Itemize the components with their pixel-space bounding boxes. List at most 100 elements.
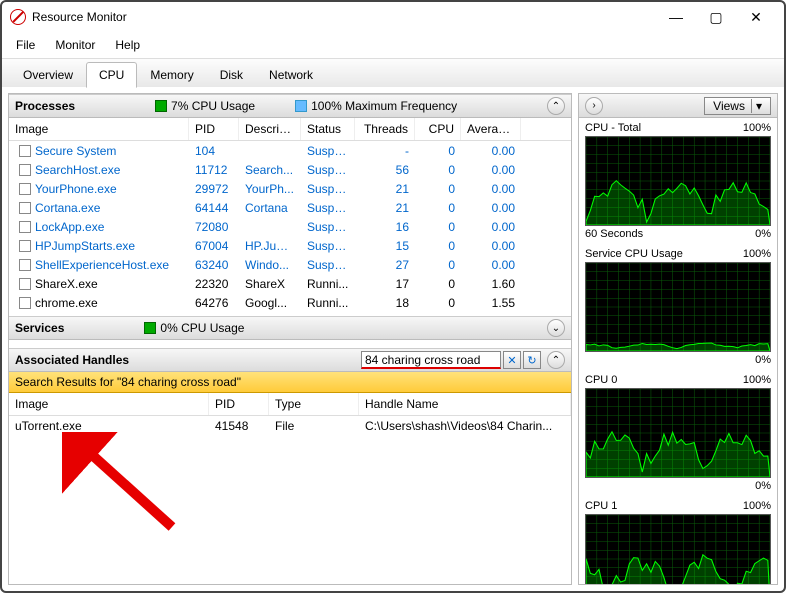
process-pid: 22320 (189, 277, 239, 291)
process-image: ShareX.exe (35, 277, 98, 291)
row-checkbox[interactable] (19, 297, 31, 309)
row-checkbox[interactable] (19, 202, 31, 214)
right-pane: › Views▾ CPU - Total100%60 Seconds0% Serv… (578, 93, 778, 585)
row-checkbox[interactable] (19, 278, 31, 290)
col-pid[interactable]: PID (189, 118, 239, 140)
handles-table[interactable]: uTorrent.exe41548FileC:\Users\shash\Vide… (9, 416, 571, 584)
views-button[interactable]: Views▾ (704, 97, 771, 115)
process-image: LockApp.exe (35, 220, 104, 234)
clear-search-icon[interactable]: ✕ (503, 351, 521, 369)
hcol-type[interactable]: Type (269, 393, 359, 415)
process-cpu: 0 (415, 220, 461, 234)
process-row[interactable]: SearchHost.exe11712Search...Suspe...5600… (9, 160, 571, 179)
row-checkbox[interactable] (19, 221, 31, 233)
processes-table[interactable]: Secure System104Suspe...-00.00SearchHost… (9, 141, 571, 316)
hcol-image[interactable]: Image (9, 393, 209, 415)
col-status[interactable]: Status (301, 118, 355, 140)
col-cpu[interactable]: CPU (415, 118, 461, 140)
close-button[interactable]: ✕ (736, 3, 776, 31)
tab-network[interactable]: Network (256, 62, 326, 87)
collapse-right-icon[interactable]: › (585, 97, 603, 115)
col-image[interactable]: Image (9, 118, 189, 140)
process-threads: 18 (355, 296, 415, 310)
process-desc: Windo... (239, 258, 301, 272)
process-row[interactable]: ShareX.exe22320ShareXRunni...1701.60 (9, 274, 571, 293)
process-desc: Cortana (239, 201, 301, 215)
graph-block: CPU - Total100%60 Seconds0% (579, 118, 777, 244)
cpu-usage-swatch (155, 100, 167, 112)
process-row[interactable]: Cortana.exe64144CortanaSuspe...2100.00 (9, 198, 571, 217)
tab-disk[interactable]: Disk (207, 62, 256, 87)
graph-max: 100% (743, 122, 771, 134)
max-freq-text: 100% Maximum Frequency (311, 99, 457, 113)
hcol-name[interactable]: Handle Name (359, 393, 571, 415)
process-row[interactable]: YourPhone.exe29972YourPh...Suspe...2100.… (9, 179, 571, 198)
process-cpu: 0 (415, 239, 461, 253)
process-row[interactable]: ShellExperienceHost.exe63240Windo...Susp… (9, 255, 571, 274)
process-image: SearchHost.exe (35, 163, 120, 177)
tab-cpu[interactable]: CPU (86, 62, 137, 88)
handles-title: Associated Handles (15, 353, 129, 367)
maximize-button[interactable]: ▢ (696, 3, 736, 31)
minimize-button[interactable]: — (656, 3, 696, 31)
handle-image: uTorrent.exe (9, 419, 209, 433)
process-image: chrome.exe (35, 296, 98, 310)
process-row[interactable]: LockApp.exe72080Suspe...1600.00 (9, 217, 571, 236)
graph-block: CPU 1100% (579, 496, 777, 584)
col-desc[interactable]: Descrip... (239, 118, 301, 140)
tab-memory[interactable]: Memory (137, 62, 206, 87)
row-checkbox[interactable] (19, 183, 31, 195)
process-row[interactable]: chrome.exe64276Googl...Runni...1801.55 (9, 293, 571, 312)
row-checkbox[interactable] (19, 259, 31, 271)
processes-title: Processes (15, 99, 75, 113)
col-avg[interactable]: Averag... (461, 118, 521, 140)
refresh-search-icon[interactable]: ↻ (523, 351, 541, 369)
graphs-container[interactable]: CPU - Total100%60 Seconds0% Service CPU U… (579, 118, 777, 584)
process-desc: ShareX (239, 277, 301, 291)
process-desc: Googl... (239, 296, 301, 310)
graph-bottom-right: 0% (755, 480, 771, 492)
hcol-pid[interactable]: PID (209, 393, 269, 415)
collapse-handles-icon[interactable]: ⌃ (547, 351, 565, 369)
handles-header[interactable]: Associated Handles ✕ ↻ ⌃ (9, 348, 571, 372)
process-status: Runni... (301, 296, 355, 310)
graph-bottom-right: 0% (755, 228, 771, 240)
process-status: Suspe... (301, 144, 355, 158)
process-pid: 104 (189, 144, 239, 158)
menu-monitor[interactable]: Monitor (51, 36, 99, 54)
process-cpu: 0 (415, 277, 461, 291)
row-checkbox[interactable] (19, 240, 31, 252)
graph-title: Service CPU Usage (585, 248, 683, 260)
process-row[interactable]: Secure System104Suspe...-00.00 (9, 141, 571, 160)
row-checkbox[interactable] (19, 145, 31, 157)
process-pid: 72080 (189, 220, 239, 234)
search-results-bar: Search Results for "84 charing cross roa… (9, 372, 571, 393)
tab-bar: Overview CPU Memory Disk Network (2, 59, 784, 87)
process-row[interactable]: HPJumpStarts.exe67004HP.Jum...Suspe...15… (9, 236, 571, 255)
handles-search-input[interactable] (361, 351, 501, 369)
handles-columns: Image PID Type Handle Name (9, 393, 571, 416)
tab-overview[interactable]: Overview (10, 62, 86, 87)
graph-canvas (585, 514, 771, 584)
process-status: Suspe... (301, 182, 355, 196)
process-avg: 0.00 (461, 239, 521, 253)
process-pid: 67004 (189, 239, 239, 253)
row-checkbox[interactable] (19, 164, 31, 176)
process-image: YourPhone.exe (35, 182, 117, 196)
window-title: Resource Monitor (32, 10, 656, 24)
handle-name: C:\Users\shash\Videos\84 Charin... (359, 419, 571, 433)
collapse-processes-icon[interactable]: ⌃ (547, 97, 565, 115)
process-desc: Search... (239, 163, 301, 177)
services-header[interactable]: Services 0% CPU Usage ⌄ (9, 316, 571, 340)
processes-header[interactable]: Processes 7% CPU Usage 100% Maximum Freq… (9, 94, 571, 118)
process-image: ShellExperienceHost.exe (35, 258, 169, 272)
titlebar: Resource Monitor — ▢ ✕ (2, 2, 784, 32)
col-threads[interactable]: Threads (355, 118, 415, 140)
menu-file[interactable]: File (12, 36, 39, 54)
menu-help[interactable]: Help (111, 36, 144, 54)
handle-row[interactable]: uTorrent.exe41548FileC:\Users\shash\Vide… (9, 416, 571, 435)
expand-services-icon[interactable]: ⌄ (547, 319, 565, 337)
app-icon (10, 9, 26, 25)
handle-type: File (269, 419, 359, 433)
process-threads: 16 (355, 220, 415, 234)
